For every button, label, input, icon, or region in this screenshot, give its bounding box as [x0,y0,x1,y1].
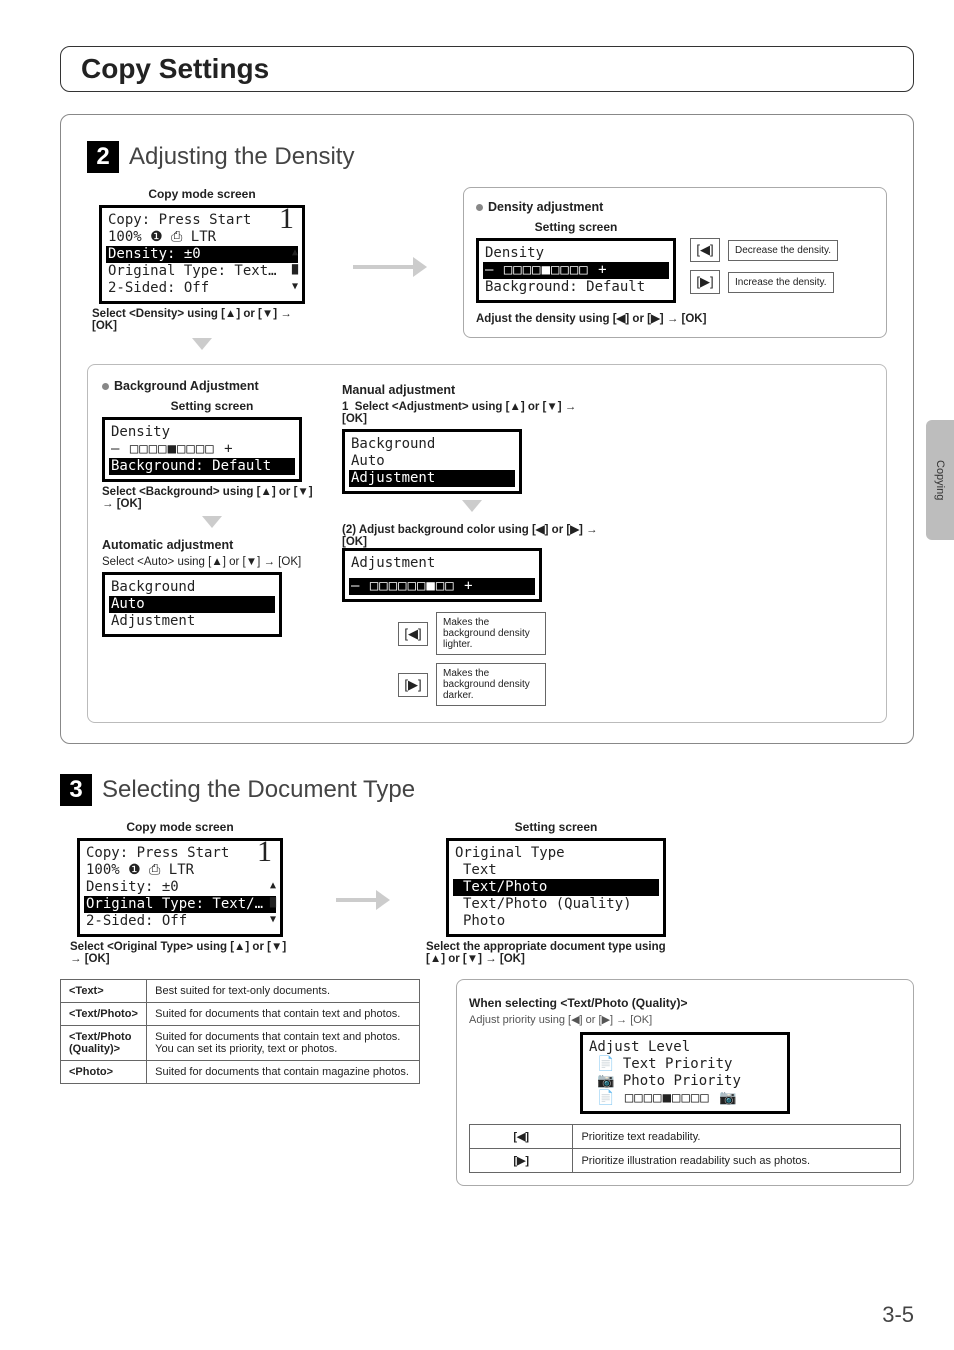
lcd-bg-manual-1: Background Auto Adjustment [342,429,522,494]
lcd-adjust-level: Adjust Level 📄 Text Priority 📷 Photo Pri… [580,1032,790,1114]
section-density: 2 Adjusting the Density Copy mode screen… [60,114,914,744]
lcd-original-type: Original Type Text Text/Photo Text/Photo… [446,838,666,937]
right-key-icon: [▶] [690,270,720,294]
page-title: Copy Settings [81,53,893,85]
background-adjust-group: Background Adjustment Setting screen Den… [87,364,887,723]
section-title-3: Selecting the Document Type [102,776,415,804]
left-key-icon: [◀] [690,238,720,262]
left-key-icon: [◀] [398,622,428,646]
section-number-3: 3 [60,774,92,806]
doctype-table: <Text>Best suited for text-only document… [60,979,420,1084]
arrow-down-icon [462,500,482,512]
lcd-copy-mode: 1 Copy: Press Start 100% ❶ ⎙ LTR Density… [99,205,305,304]
density-adjust-box: Density adjustment Setting screen Densit… [463,187,887,338]
page-number: 3-5 [882,1302,914,1328]
page-title-bar: Copy Settings [60,46,914,92]
left-key-icon: [◀] [470,1125,573,1149]
section-doctype: 3 Selecting the Document Type Copy mode … [60,774,914,1186]
lcd-bg-manual-2: Adjustment – □□□□□□■□□ + [342,548,542,602]
lcd-density-setting: Density – □□□□■□□□□ + Background: Defaul… [476,238,676,303]
side-tab: Copying [926,420,954,540]
priority-key-table: [◀]Prioritize text readability. [▶]Prior… [469,1124,901,1173]
arrow-right-icon [336,890,390,910]
arrow-down-icon [192,338,212,350]
right-key-icon: [▶] [398,673,428,697]
right-key-icon: [▶] [470,1149,573,1173]
lcd-bg-setting: Density – □□□□■□□□□ + Background: Defaul… [102,417,302,482]
arrow-down-icon [202,516,222,528]
copy-mode-label: Copy mode screen [148,187,255,201]
quality-priority-box: When selecting <Text/Photo (Quality)> Ad… [456,979,914,1186]
section-number-2: 2 [87,141,119,173]
section-title-2: Adjusting the Density [129,143,354,171]
lcd-copy-mode-2: 1 Copy: Press Start 100% ❶ ⎙ LTR Density… [77,838,283,937]
instr-select-density: Select <Density> using [▲] or [▼] → [OK] [92,308,312,332]
arrow-right-icon [353,257,427,277]
lcd-bg-auto: Background Auto Adjustment [102,572,282,637]
